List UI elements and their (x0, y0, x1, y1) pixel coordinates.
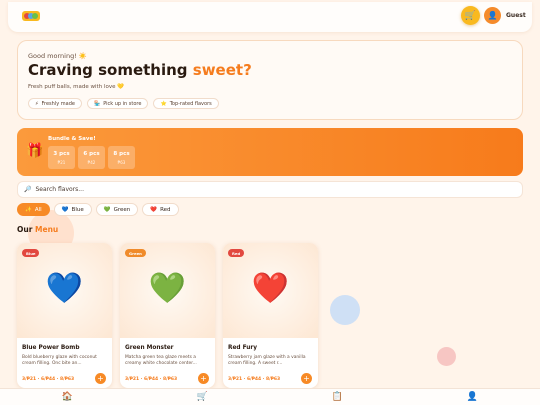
pill-top-rated: ⭐ Top-rated flavors (153, 98, 219, 109)
top-bar: 🛒 👤 Guest (8, 2, 532, 32)
product-name: Green Monster (125, 345, 174, 351)
pill-label: Pick up in store (103, 100, 142, 107)
tier-price: ₱21 (57, 159, 66, 165)
chip-label: All (34, 206, 42, 213)
badge-label: Red (232, 250, 241, 256)
tier-qty: 8 pcs (113, 150, 130, 157)
blue-heart-icon: 💙 (61, 206, 69, 213)
filter-green[interactable]: 💚 Green (95, 203, 139, 216)
bundle-tiers: 3 pcs ₱21 6 pcs ₱42 8 pcs ₱63 (48, 146, 135, 169)
nav-orders[interactable]: 📋 (270, 389, 405, 405)
cart-icon: 🛒 (464, 10, 477, 21)
clipboard-icon: 📋 (331, 392, 344, 402)
blue-heart-icon: 💙 (45, 271, 84, 306)
product-card-blue[interactable]: Blue 💙 Blue Power Bomb Bold blueberry gl… (17, 243, 112, 388)
filter-red[interactable]: ❤️ Red (142, 203, 179, 216)
lightning-icon: ⚡ (35, 100, 39, 107)
flavor-badge: Green (125, 249, 146, 257)
search-input[interactable] (35, 186, 486, 193)
red-heart-icon: ❤️ (150, 206, 158, 213)
pill-pickup: 🏪 Pick up in store (86, 98, 149, 109)
headline-text: Craving something (28, 61, 193, 79)
product-description: Bold blueberry glaze with coconut cream … (22, 355, 97, 366)
hero-headline: Craving something sweet? (28, 61, 252, 79)
home-icon: 🏠 (61, 392, 74, 402)
product-media: Blue 💙 (17, 243, 112, 338)
product-media: Green 💚 (120, 243, 215, 338)
bottom-navigation: 🏠 🛒 📋 👤 (0, 388, 540, 405)
sparkle-icon: ✨ (25, 206, 32, 213)
green-heart-icon: 💚 (103, 206, 111, 213)
add-to-cart-button[interactable]: + (95, 373, 106, 384)
product-price: 3/₱21 · 6/₱44 · 8/₱63 (125, 377, 178, 382)
filter-blue[interactable]: 💙 Blue (53, 203, 92, 216)
product-media: Red ❤️ (223, 243, 318, 338)
tier-price: ₱63 (117, 159, 126, 165)
background-blob-pink (437, 347, 456, 366)
user-icon: 👤 (487, 11, 498, 20)
tier-price: ₱42 (87, 159, 96, 165)
product-card-red[interactable]: Red ❤️ Red Fury Strawberry jam glaze wit… (223, 243, 318, 388)
logo-icon[interactable] (22, 9, 40, 23)
pill-label: Freshly made (41, 100, 75, 107)
product-description: Strawberry jam glaze with a vanilla crea… (228, 355, 306, 366)
badge-label: Blue (26, 250, 36, 256)
feature-pills: ⚡ Freshly made 🏪 Pick up in store ⭐ Top-… (28, 98, 219, 109)
headline-accent: sweet? (192, 61, 252, 79)
bundle-tier-8[interactable]: 8 pcs ₱63 (108, 146, 135, 169)
product-description: Matcha green tea glaze meets a creamy wh… (125, 355, 197, 366)
gift-icon: 🎁 (26, 143, 44, 159)
store-icon: 🏪 (93, 100, 101, 107)
nav-home[interactable]: 🏠 (0, 389, 135, 405)
avatar[interactable]: 👤 (484, 7, 501, 24)
product-name: Blue Power Bomb (22, 345, 80, 351)
filter-all[interactable]: ✨ All (17, 203, 50, 216)
badge-label: Green (129, 250, 142, 256)
search-bar: 🔎 (17, 181, 523, 198)
nav-profile[interactable]: 👤 (405, 389, 540, 405)
section-title-accent: Menu (35, 225, 59, 234)
green-heart-icon: 💚 (148, 271, 187, 306)
cart-button[interactable]: 🛒 (461, 6, 480, 25)
bundle-tier-6[interactable]: 6 pcs ₱42 (78, 146, 105, 169)
product-price: 3/₱21 · 6/₱44 · 8/₱63 (228, 377, 281, 382)
flavor-badge: Blue (22, 249, 40, 257)
product-card-green[interactable]: Green 💚 Green Monster Matcha green tea g… (120, 243, 215, 388)
pill-freshly-made: ⚡ Freshly made (28, 98, 82, 109)
search-icon: 🔎 (24, 186, 32, 193)
hero-subtitle: Fresh puff balls, made with love 💛 (28, 84, 125, 90)
flavor-badge: Red (228, 249, 245, 257)
nav-cart[interactable]: 🛒 (135, 389, 270, 405)
background-blob-blue (330, 295, 360, 325)
filter-chips: ✨ All 💙 Blue 💚 Green ❤️ Red (17, 203, 179, 216)
section-title-text: Our (17, 225, 36, 234)
add-to-cart-button[interactable]: + (198, 373, 209, 384)
chip-label: Red (160, 206, 171, 213)
greeting-text: Good morning! ☀️ (28, 52, 87, 60)
chip-label: Green (113, 206, 131, 213)
bundle-title: Bundle & Save! (48, 136, 96, 142)
profile-icon: 👤 (466, 392, 479, 402)
tier-qty: 6 pcs (83, 150, 100, 157)
product-name: Red Fury (228, 345, 257, 351)
pill-label: Top-rated flavors (169, 100, 212, 107)
tier-qty: 3 pcs (53, 150, 70, 157)
add-to-cart-button[interactable]: + (301, 373, 312, 384)
hero-card: Good morning! ☀️ Craving something sweet… (17, 40, 523, 120)
chip-label: Blue (71, 206, 84, 213)
red-heart-icon: ❤️ (251, 271, 290, 306)
user-name[interactable]: Guest (506, 12, 526, 19)
cart-icon: 🛒 (196, 392, 209, 402)
bundle-tier-3[interactable]: 3 pcs ₱21 (48, 146, 75, 169)
bundle-banner: 🎁 Bundle & Save! 3 pcs ₱21 6 pcs ₱42 8 p… (17, 128, 523, 176)
section-title: Our Menu (17, 225, 58, 234)
product-price: 3/₱21 · 6/₱44 · 8/₱63 (22, 377, 75, 382)
star-icon: ⭐ (160, 100, 167, 107)
